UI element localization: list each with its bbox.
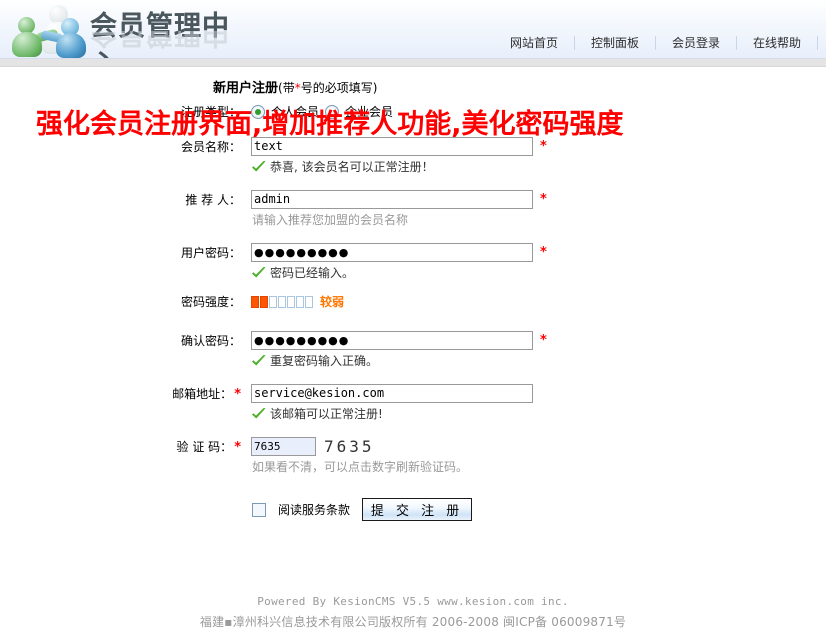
captcha-hint-row: 如果看不清，可以点击数字刷新验证码。 bbox=[0, 456, 547, 476]
confirm-hint: 重复密码输入正确。 bbox=[251, 352, 547, 369]
submit-button[interactable]: 提 交 注 册 bbox=[362, 498, 473, 521]
strength-level-text: 较弱 bbox=[320, 295, 345, 309]
email-input[interactable] bbox=[251, 384, 533, 403]
agree-terms-label[interactable]: 阅读服务条款 bbox=[278, 501, 350, 518]
referrer-hint-row: 请输入推荐您加盟的会员名称 bbox=[0, 209, 547, 229]
page-title-sub-post: 号的必项填写) bbox=[300, 81, 378, 95]
password-required-star: * bbox=[540, 245, 547, 260]
form-row-submit: 阅读服务条款 提 交 注 册 bbox=[0, 498, 547, 521]
password-strength-meter: 较弱 bbox=[251, 293, 547, 310]
strength-block-empty bbox=[278, 295, 286, 308]
form-row-password: 用户密码： * bbox=[0, 243, 547, 262]
site-footer: Powered By KesionCMS V5.5 www.kesion.com… bbox=[0, 595, 826, 630]
green-check-icon bbox=[252, 266, 266, 277]
password-hint-row: 密码已经输入。 bbox=[0, 262, 547, 282]
green-check-icon bbox=[252, 407, 266, 418]
captcha-image[interactable]: 7635 bbox=[324, 437, 375, 456]
logo[interactable]: 会员管理中心 会员管理中心 bbox=[6, 1, 256, 58]
nav-item-online-help[interactable]: 在线帮助 bbox=[737, 36, 818, 50]
strength-label: 密码强度： bbox=[180, 295, 241, 309]
strength-block-filled bbox=[251, 295, 259, 308]
three-people-icon bbox=[8, 3, 90, 58]
form-row-strength: 密码强度： 较弱 bbox=[0, 292, 547, 311]
captcha-hint: 如果看不清，可以点击数字刷新验证码。 bbox=[251, 458, 547, 475]
strength-block-empty bbox=[305, 295, 313, 308]
confirm-required-star: * bbox=[540, 333, 547, 348]
agree-terms-checkbox[interactable] bbox=[252, 502, 266, 517]
username-required-star: * bbox=[540, 139, 547, 154]
captcha-label: 验 证 码： * bbox=[0, 437, 251, 456]
green-check-icon bbox=[252, 354, 266, 365]
password-input[interactable] bbox=[251, 243, 533, 262]
strength-block-empty bbox=[287, 295, 295, 308]
email-label-text: 邮箱地址： bbox=[172, 387, 233, 401]
annotation-banner: 强化会员注册界面,增加推荐人功能,美化密码强度 bbox=[36, 109, 624, 140]
powered-by-text: Powered By KesionCMS V5.5 www.kesion.com… bbox=[257, 595, 569, 608]
referrer-label: 推 荐 人： bbox=[185, 193, 241, 207]
strength-block-empty bbox=[269, 295, 277, 308]
site-header: 会员管理中心 会员管理中心 网站首页 控制面板 会员登录 在线帮助 bbox=[0, 0, 826, 59]
confirm-hint-text: 重复密码输入正确。 bbox=[270, 354, 379, 368]
referrer-hint-text: 请输入推荐您加盟的会员名称 bbox=[252, 213, 409, 227]
page-title-sub-pre: (带 bbox=[278, 81, 295, 95]
registration-content: 新用户注册(带*号的必项填写) 强化会员注册界面,增加推荐人功能,美化密码强度 … bbox=[0, 77, 826, 521]
nav-item-control-panel[interactable]: 控制面板 bbox=[575, 36, 656, 50]
username-hint-row: 恭喜, 该会员名可以正常注册！ bbox=[0, 156, 547, 176]
form-row-confirm: 确认密码： * bbox=[0, 331, 547, 350]
page-title-main: 新用户注册 bbox=[213, 81, 279, 96]
referrer-hint: 请输入推荐您加盟的会员名称 bbox=[251, 211, 547, 228]
registration-form: 注册类型： 个人会员 企业会员 会员名称： * bbox=[0, 102, 547, 521]
captcha-input[interactable] bbox=[251, 437, 316, 456]
logo-text-reflection: 会员管理中心 bbox=[90, 31, 230, 49]
nav-item-home[interactable]: 网站首页 bbox=[493, 36, 575, 50]
form-row-captcha: 验 证 码： * 7635 bbox=[0, 437, 547, 456]
nav-item-member-login[interactable]: 会员登录 bbox=[656, 36, 737, 50]
email-hint-row: 该邮箱可以正常注册! bbox=[0, 403, 547, 423]
email-required-star: * bbox=[234, 387, 241, 402]
form-row-referrer: 推 荐 人： * bbox=[0, 190, 547, 209]
email-hint: 该邮箱可以正常注册! bbox=[251, 405, 547, 422]
referrer-input[interactable] bbox=[251, 190, 533, 209]
copyright-text: 福建▪漳州科兴信息技术有限公司版权所有 2006-2008 闽ICP备 0600… bbox=[199, 615, 627, 629]
confirm-label: 确认密码： bbox=[180, 334, 241, 348]
form-row-email: 邮箱地址： * bbox=[0, 384, 547, 403]
captcha-hint-text: 如果看不清，可以点击数字刷新验证码。 bbox=[252, 460, 469, 474]
referrer-required-star: * bbox=[540, 192, 547, 207]
strength-block-filled bbox=[260, 295, 268, 308]
username-hint-text: 恭喜, 该会员名可以正常注册！ bbox=[270, 160, 434, 174]
green-check-icon bbox=[252, 160, 266, 171]
submit-area: 阅读服务条款 提 交 注 册 bbox=[251, 498, 547, 521]
confirm-password-input[interactable] bbox=[251, 331, 533, 350]
captcha-label-text: 验 证 码： bbox=[176, 440, 233, 454]
username-hint: 恭喜, 该会员名可以正常注册！ bbox=[251, 158, 547, 175]
password-hint: 密码已经输入。 bbox=[251, 264, 547, 281]
password-label: 用户密码： bbox=[180, 246, 241, 260]
page-title: 新用户注册(带*号的必项填写) bbox=[0, 77, 826, 96]
top-navigation: 网站首页 控制面板 会员登录 在线帮助 bbox=[493, 36, 818, 50]
captcha-required-star: * bbox=[234, 440, 241, 455]
email-label: 邮箱地址： * bbox=[0, 384, 251, 403]
password-hint-text: 密码已经输入。 bbox=[270, 266, 355, 280]
header-divider-bar bbox=[0, 59, 826, 67]
strength-block-empty bbox=[296, 295, 304, 308]
email-hint-text: 该邮箱可以正常注册! bbox=[270, 407, 383, 421]
confirm-hint-row: 重复密码输入正确。 bbox=[0, 350, 547, 370]
